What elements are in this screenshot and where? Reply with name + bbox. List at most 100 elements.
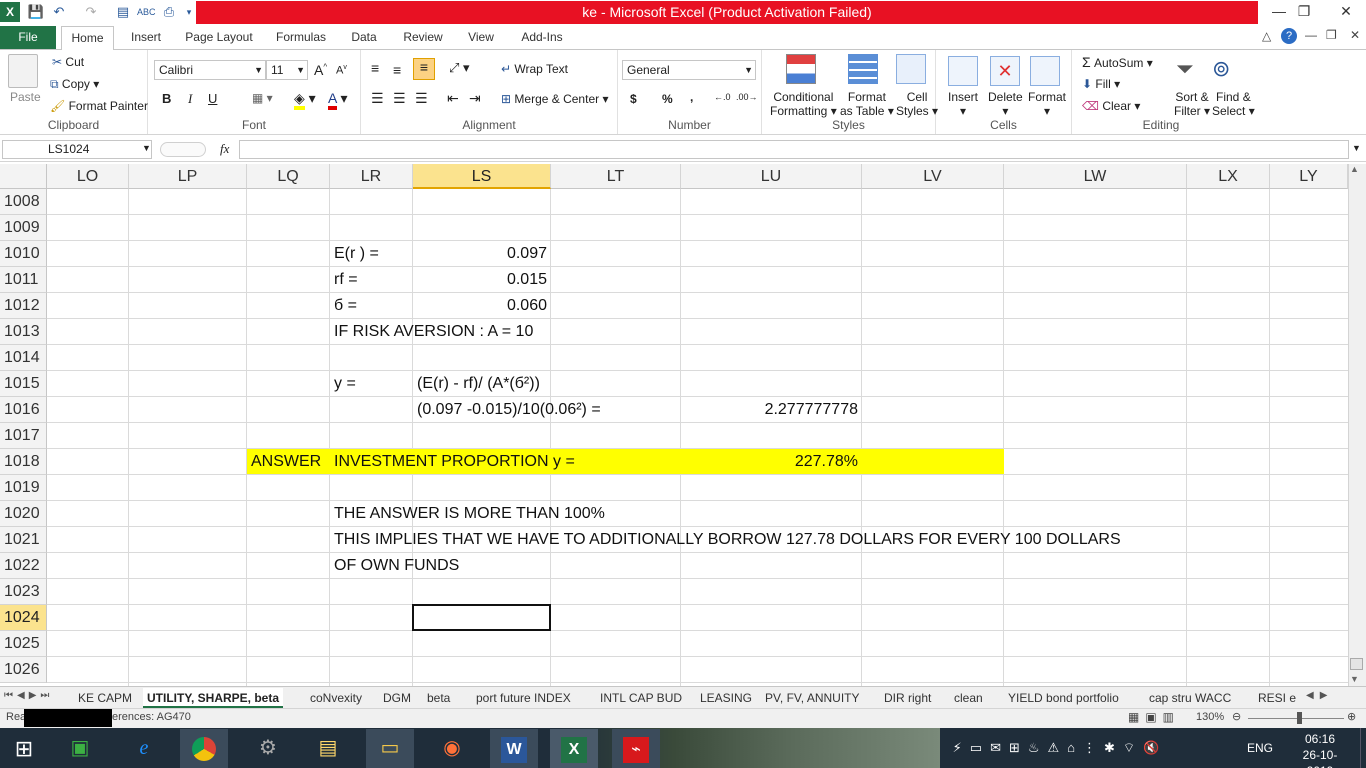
row-header-1023[interactable]: 1023 [0, 579, 47, 605]
chrome-icon[interactable] [180, 729, 228, 768]
conditional-formatting-button[interactable]: Conditional Formatting ▾ [770, 90, 837, 118]
cell-er-label[interactable]: E(r ) = [334, 241, 379, 267]
cell-styles-button[interactable]: Cell Styles ▾ [896, 90, 938, 118]
taskbar-clock[interactable]: 06:16 26-10-2019 [1290, 731, 1350, 768]
file-explorer-icon[interactable]: ▭ [366, 729, 414, 768]
italic-button[interactable]: I [188, 91, 192, 107]
hscroll-arrows-icon[interactable]: ◀▶ [1306, 690, 1334, 701]
column-header-lo[interactable]: LO [47, 164, 129, 189]
decrease-indent-icon[interactable]: ⇤ [447, 90, 459, 107]
sheet-tab-10[interactable]: DIR right [884, 688, 931, 708]
formula-bar-expand-handle[interactable] [160, 142, 206, 157]
row-header-1020[interactable]: 1020 [0, 501, 47, 527]
format-as-table-icon[interactable] [848, 54, 878, 84]
autosum-button[interactable]: Σ AutoSum ▾ [1082, 54, 1153, 70]
help-icon[interactable]: ? [1281, 28, 1297, 44]
sheet-tab-4[interactable]: DGM [383, 688, 411, 708]
scrollbar-thumb[interactable] [1350, 658, 1363, 670]
paste-button[interactable]: Paste [10, 90, 41, 104]
cell-styles-icon[interactable] [896, 54, 926, 84]
column-header-lw[interactable]: LW [1004, 164, 1187, 189]
tab-insert[interactable]: Insert [122, 26, 170, 49]
sheet-tab-1[interactable]: KE CAPM [78, 688, 132, 708]
row-header-1010[interactable]: 1010 [0, 241, 47, 267]
column-header-lq[interactable]: LQ [247, 164, 330, 189]
windows-start-icon[interactable]: ⊞ [0, 729, 48, 768]
column-header-lu[interactable]: LU [681, 164, 862, 189]
close-button[interactable]: ✕ [1326, 0, 1366, 22]
format-button[interactable]: Format ▾ [1028, 90, 1066, 118]
bold-button[interactable]: B [162, 91, 171, 106]
format-cells-icon[interactable] [1030, 56, 1060, 86]
percent-button[interactable]: % [662, 92, 673, 106]
decrease-decimal-icon[interactable]: .00→ [736, 92, 758, 102]
increase-decimal-icon[interactable]: ←.0 [714, 92, 731, 102]
merge-center-button[interactable]: ⊞ Merge & Center ▾ [501, 92, 608, 106]
cell-investment-proportion-value[interactable]: 227.78% [681, 449, 862, 475]
sheet-nav-arrows-icon[interactable]: ⏮◀▶⏭ [4, 690, 53, 701]
undo-icon[interactable]: ↶ [50, 3, 68, 21]
print-preview-icon[interactable]: ▤ [114, 3, 132, 21]
column-header-ls[interactable]: LS [413, 164, 551, 189]
cell-rf-value[interactable]: 0.015 [413, 267, 551, 293]
name-box[interactable]: LS1024 [2, 140, 152, 159]
sheet-tab-7[interactable]: INTL CAP BUD [600, 688, 682, 708]
row-header-1009[interactable]: 1009 [0, 215, 47, 241]
save-icon[interactable]: 💾 [27, 3, 45, 21]
align-top-icon[interactable]: ≡ [371, 60, 379, 76]
clear-button[interactable]: ⌫ Clear ▾ [1082, 99, 1140, 113]
row-header-1014[interactable]: 1014 [0, 345, 47, 371]
row-header-1012[interactable]: 1012 [0, 293, 47, 319]
tab-formulas[interactable]: Formulas [268, 26, 334, 49]
ribbon-restore-icon[interactable]: ❐ [1326, 28, 1337, 42]
insert-button[interactable]: Insert ▾ [948, 90, 978, 118]
ribbon-close-icon[interactable]: ✕ [1350, 28, 1360, 42]
decrease-font-icon[interactable]: Av [336, 64, 347, 77]
delete-button[interactable]: Delete ▾ [988, 90, 1023, 118]
cell-y-label[interactable]: y = [334, 371, 356, 397]
column-header-ly[interactable]: LY [1270, 164, 1348, 189]
zoom-slider-thumb[interactable] [1297, 712, 1302, 724]
row-header-1022[interactable]: 1022 [0, 553, 47, 579]
column-header-lx[interactable]: LX [1187, 164, 1270, 189]
tab-page-layout[interactable]: Page Layout [180, 26, 258, 49]
fill-color-icon[interactable]: ◈ ▾ [294, 90, 316, 110]
internet-explorer-icon[interactable]: e [120, 729, 168, 768]
sheet-tab-3[interactable]: coNvexity [310, 688, 362, 708]
cell-own-funds-note[interactable]: OF OWN FUNDS [334, 553, 459, 579]
format-painter-button[interactable]: 🖌 Format Painter [50, 99, 148, 113]
zoom-level[interactable]: 130% [1196, 711, 1224, 723]
sheet-tab-14[interactable]: RESI e [1258, 688, 1302, 708]
acrobat-icon[interactable]: ⌁ [612, 729, 660, 768]
align-middle-icon[interactable]: ≡ [393, 62, 401, 78]
cell-borrow-note[interactable]: THIS IMPLIES THAT WE HAVE TO ADDITIONALL… [334, 527, 1121, 553]
comma-button[interactable]: , [690, 90, 693, 104]
currency-button[interactable]: $ [630, 92, 637, 106]
row-header-1026[interactable]: 1026 [0, 657, 47, 683]
number-format-combo[interactable]: General ▼ [622, 60, 756, 80]
sheet-tab-5[interactable]: beta [427, 688, 450, 708]
paste-icon[interactable] [8, 54, 38, 88]
input-language[interactable]: ENG [1244, 728, 1276, 768]
copy-button[interactable]: ⧉ Copy ▾ [50, 77, 99, 92]
row-header-1013[interactable]: 1013 [0, 319, 47, 345]
font-color-icon[interactable]: A ▾ [328, 90, 348, 110]
notes-app-icon[interactable]: ▤ [304, 729, 352, 768]
row-header-1024[interactable]: 1024 [0, 605, 47, 631]
align-center-icon[interactable]: ☰ [393, 90, 406, 107]
formula-input[interactable] [239, 140, 1349, 159]
sheet-tab-13[interactable]: cap stru WACC [1149, 688, 1231, 708]
collapse-ribbon-icon[interactable]: △ [1262, 29, 1271, 43]
cell-y-calculation[interactable]: (0.097 -0.015)/10(0.06²) = [417, 397, 601, 423]
cell-y-value[interactable]: 2.277777778 [681, 397, 862, 423]
format-as-table-button[interactable]: Format as Table ▾ [840, 90, 894, 118]
row-header-1011[interactable]: 1011 [0, 267, 47, 293]
cell-y-formula[interactable]: (E(r) - rf)/ (A*(б²)) [417, 371, 540, 397]
sheet-tab-6[interactable]: port future INDEX [476, 688, 571, 708]
tab-review[interactable]: Review [396, 26, 450, 49]
tab-view[interactable]: View [460, 26, 502, 49]
insert-cells-icon[interactable] [948, 56, 978, 86]
insert-function-button[interactable]: fx [220, 141, 229, 157]
row-header-1015[interactable]: 1015 [0, 371, 47, 397]
fill-button[interactable]: ⬇ Fill ▾ [1082, 77, 1120, 91]
